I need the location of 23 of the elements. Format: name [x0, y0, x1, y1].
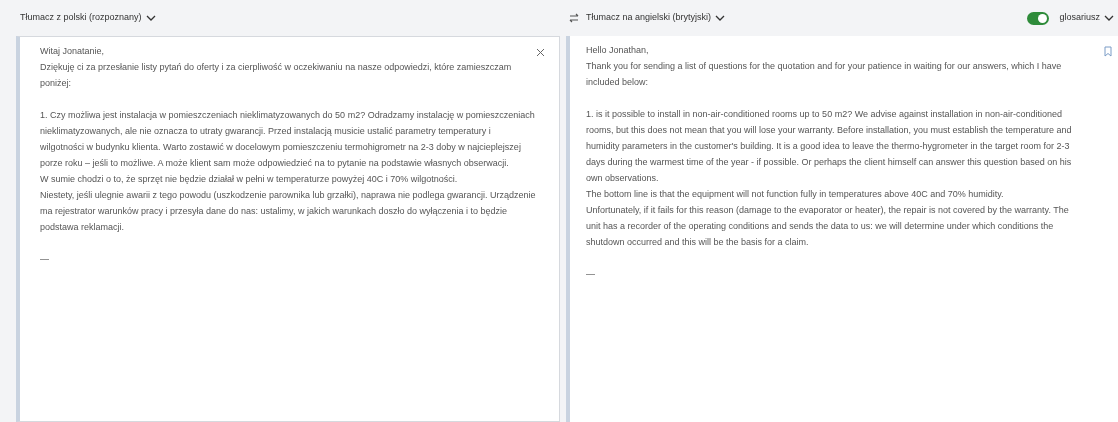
text-paragraph: Thank you for sending a list of questions for the quotation and for your patience in waiting for our answers, which I have included below: [586, 60, 1063, 89]
source-text-panel[interactable] [16, 36, 560, 422]
close-icon[interactable] [536, 48, 545, 57]
chevron-down-icon [1104, 14, 1114, 22]
text-paragraph: Dziękuję ci za przesłanie listy pytań do oferty i za cierpliwość w oczekiwaniu na nasze odpowiedzi, które zamieszczam poniżej: [40, 61, 513, 90]
chevron-down-icon [145, 14, 156, 22]
text-paragraph: Unfortunately, if it fails for this reason (damage to the evaporator or heater), the repair is not covered by the warranty. The unit has a recorder of the operating conditions and sends the data to us: we will determine under which conditions the shutdown occurred and this will be the basis for a claim. [586, 204, 1070, 249]
bookmark-icon[interactable] [1104, 46, 1112, 57]
text-paragraph: — [586, 268, 596, 281]
text-paragraph: — [40, 253, 50, 266]
target-language-dropdown[interactable]: Tłumacz na angielski (brytyjski) [586, 11, 726, 25]
text-paragraph: 1. Czy możliwa jest instalacja w pomieszczeniach nieklimatyzowanych do 50 m2? Odradzamy instalację w pomieszczeniach nieklimatyzowanych, ale nie oznacza to utraty gwarancji. Przed instalacją musicie ustalić parametry temperatury i wilgotności w budynku klienta. Warto zostawić w docelowym pomieszczeniu termohigrometr na 2-3 doby w najcieplejszej porze roku – jeśli to możliwe. A może klient sam może odpowiedzieć na to pytanie na podstawie własnych obserwacji. [40, 109, 536, 170]
text-paragraph: The bottom line is that the equipment will not function fully in temperatures above 40C and 70% humidity. [586, 188, 1005, 201]
chevron-down-icon [715, 14, 726, 22]
text-paragraph: Witaj Jonatanie, [40, 45, 106, 58]
source-language-dropdown[interactable]: Tłumacz z polski (rozpoznany) [20, 11, 156, 25]
text-paragraph: W sumie chodzi o to, że sprzęt nie będzie działał w pełni w temperaturze powyżej 40C i 70% wilgotności. [40, 173, 459, 186]
text-paragraph: 1. is it possible to install in non-air-conditioned rooms up to 50 m2? We advise against installation in non-air-conditioned rooms, but this does not mean that you will lose your warranty. Before installation, you must establish the temperature and humidity parameters in the customer's building. It is a good idea to leave the thermo-hygrometer in the target room for 2-3 days during the warmest time of the year - if possible. Or perhaps the client himself can answer this question based on his own observations. [586, 108, 1073, 185]
glossary-toggle[interactable] [1027, 11, 1050, 25]
text-paragraph: Niestety, jeśli ulegnie awarii z tego powodu (uszkodzenie parownika lub grzałki), naprawa nie podlega gwarancji. Urządzenie ma rejestrator warunków pracy i przesyła dane do nas: ustalimy, w jakich warunkach doszło do wyłączenia i to będzie podstawa reklamacji. [40, 189, 536, 234]
swap-icon[interactable] [568, 12, 580, 24]
glossary-dropdown[interactable]: glosariusz [1059, 11, 1114, 25]
text-paragraph: Hello Jonathan, [586, 44, 650, 57]
